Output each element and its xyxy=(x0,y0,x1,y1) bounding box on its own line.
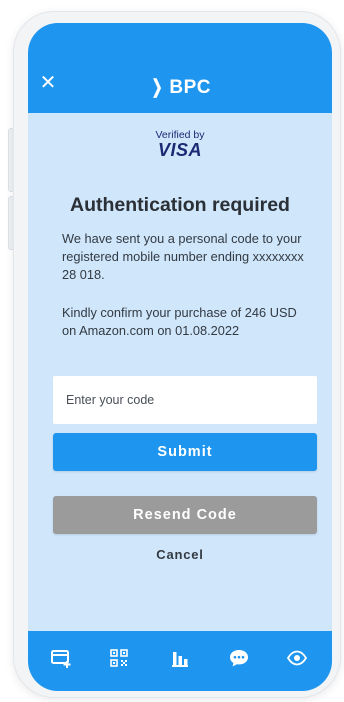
cancel-link[interactable]: Cancel xyxy=(28,547,332,562)
chat-icon[interactable] xyxy=(228,647,250,669)
visa-text: VISA xyxy=(157,140,202,160)
code-input[interactable] xyxy=(53,376,317,424)
brand-logo: ❯ BPC xyxy=(28,76,332,99)
bar-chart-icon[interactable] xyxy=(169,647,191,669)
phone-screen: ✕ ❯ BPC Verified by VISA Authentication r… xyxy=(28,23,332,691)
code-sent-message: We have sent you a personal code to your… xyxy=(62,231,304,282)
purchase-confirm-message: Kindly confirm your purchase of 246 USD … xyxy=(62,305,297,338)
submit-button[interactable]: Submit xyxy=(53,433,317,471)
brand-name: BPC xyxy=(169,77,212,98)
page-title: Authentication required xyxy=(70,194,290,216)
resend-code-button[interactable]: Resend Code xyxy=(53,496,317,534)
bottom-nav xyxy=(28,631,332,691)
eye-icon[interactable] xyxy=(286,647,308,669)
brand-chevron-icon: ❯ xyxy=(151,77,163,98)
card-add-icon[interactable] xyxy=(50,647,72,669)
top-bar: ✕ ❯ BPC xyxy=(28,23,332,113)
qr-code-icon[interactable] xyxy=(108,647,130,669)
verified-by-visa-logo: Verified by VISA xyxy=(28,130,332,160)
